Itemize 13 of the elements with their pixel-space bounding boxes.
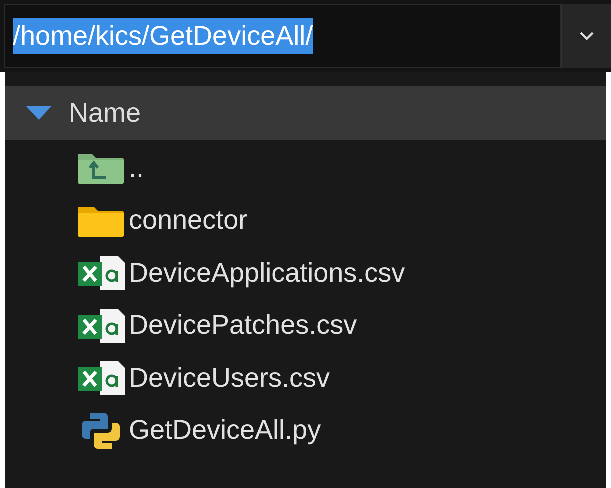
path-text: /home/kics/GetDeviceAll/ [13, 18, 314, 54]
file-name[interactable]: DeviceApplications.csv [129, 258, 406, 289]
spreadsheet-icon [76, 308, 126, 344]
file-name[interactable]: .. [129, 152, 144, 184]
name-column-header[interactable]: Name [69, 98, 142, 128]
expand-arrow-icon[interactable] [25, 105, 53, 121]
spreadsheet-icon [76, 360, 126, 396]
file-name[interactable]: DeviceUsers.csv [129, 362, 330, 394]
file-name[interactable]: DevicePatches.csv [129, 310, 358, 342]
chevron-icon [578, 31, 594, 41]
spreadsheet-icon [76, 255, 126, 292]
file-name[interactable]: connector [129, 205, 248, 236]
file-name[interactable]: GetDeviceAll.py [129, 415, 322, 446]
